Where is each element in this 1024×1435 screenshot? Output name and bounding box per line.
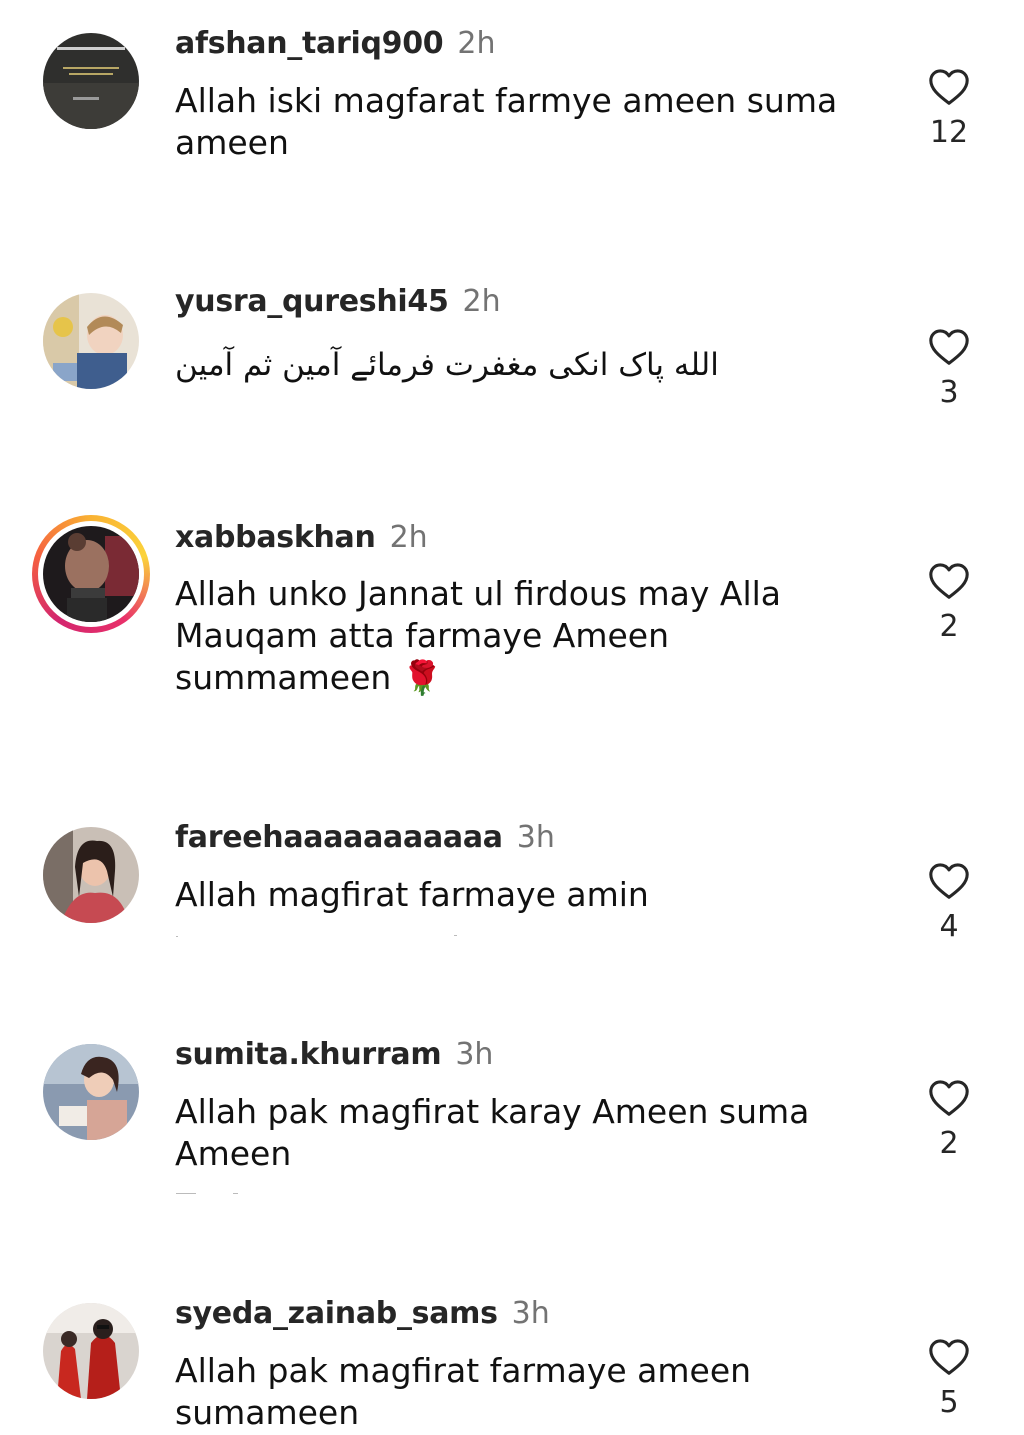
comment-text: Allah pak magfirat karay Ameen suma Amee… — [175, 1092, 810, 1173]
heart-icon — [929, 1339, 969, 1375]
like-button[interactable]: 12 — [918, 66, 980, 150]
avatar[interactable] — [43, 526, 139, 622]
girl-photo-avatar-icon — [43, 827, 139, 923]
like-count: 2 — [939, 609, 959, 644]
avatar[interactable] — [43, 1303, 139, 1399]
man-photo-avatar-icon — [43, 526, 139, 622]
like-button[interactable]: 4 — [918, 860, 980, 944]
dark-quote-avatar-icon — [43, 33, 139, 129]
like-button[interactable]: 3 — [918, 326, 980, 410]
comment-text: Allah iski magfarat farmye ameen suma am… — [175, 81, 838, 162]
comment-time: 2h — [462, 284, 501, 319]
divider — [454, 935, 457, 936]
like-count: 2 — [939, 1126, 959, 1161]
comment-meta: afshan_tariq900 2h — [175, 26, 495, 62]
avatar[interactable] — [43, 827, 139, 923]
comment-text: Allah unko Jannat ul firdous may Alla Ma… — [175, 574, 782, 697]
divider — [233, 1193, 238, 1194]
comment-time: 3h — [511, 1296, 550, 1331]
heart-icon — [929, 1080, 969, 1116]
comment-meta: xabbaskhan 2h — [175, 520, 428, 556]
heart-icon — [929, 563, 969, 599]
red-figures-avatar-icon — [43, 1303, 139, 1399]
comment-time: 2h — [389, 520, 428, 555]
story-ring[interactable] — [32, 515, 150, 633]
username-link[interactable]: yusra_qureshi45 — [175, 284, 449, 319]
avatar[interactable] — [43, 33, 139, 129]
like-button[interactable]: 2 — [918, 1077, 980, 1161]
like-count: 3 — [939, 375, 959, 410]
divider — [176, 936, 178, 937]
comment-time: 3h — [516, 820, 555, 855]
avatar[interactable] — [43, 1044, 139, 1140]
username-link[interactable]: xabbaskhan — [175, 520, 376, 555]
comment-meta: sumita.khurram 3h — [175, 1037, 493, 1073]
like-count: 5 — [939, 1385, 959, 1420]
like-button[interactable]: 2 — [918, 560, 980, 644]
divider — [176, 1193, 196, 1194]
comment-meta: syeda_zainab_sams 3h — [175, 1296, 550, 1332]
comment-meta: fareehaaaaaaaaaaa 3h — [175, 820, 555, 856]
username-link[interactable]: sumita.khurram — [175, 1037, 442, 1072]
username-link[interactable]: afshan_tariq900 — [175, 26, 444, 61]
avatar[interactable] — [43, 293, 139, 389]
like-button[interactable]: 5 — [918, 1336, 980, 1420]
girl-book-avatar-icon — [43, 1044, 139, 1140]
comment-meta: yusra_qureshi45 2h — [175, 284, 501, 320]
like-count: 4 — [939, 909, 959, 944]
heart-icon — [929, 329, 969, 365]
like-count: 12 — [929, 115, 969, 150]
comment-time: 2h — [457, 26, 496, 61]
heart-icon — [929, 863, 969, 899]
comment-text: Allah pak magfirat farmaye ameen sumamee… — [175, 1351, 752, 1432]
comment-text: Allah magfirat farmaye amin — [175, 875, 649, 914]
heart-icon — [929, 69, 969, 105]
comment-time: 3h — [455, 1037, 494, 1072]
comment-text: الله پاک انکی مغفرت فرمائے آمین ثم آمین — [175, 347, 719, 383]
child-photo-avatar-icon — [43, 293, 139, 389]
username-link[interactable]: syeda_zainab_sams — [175, 1296, 498, 1331]
username-link[interactable]: fareehaaaaaaaaaaa — [175, 820, 503, 855]
